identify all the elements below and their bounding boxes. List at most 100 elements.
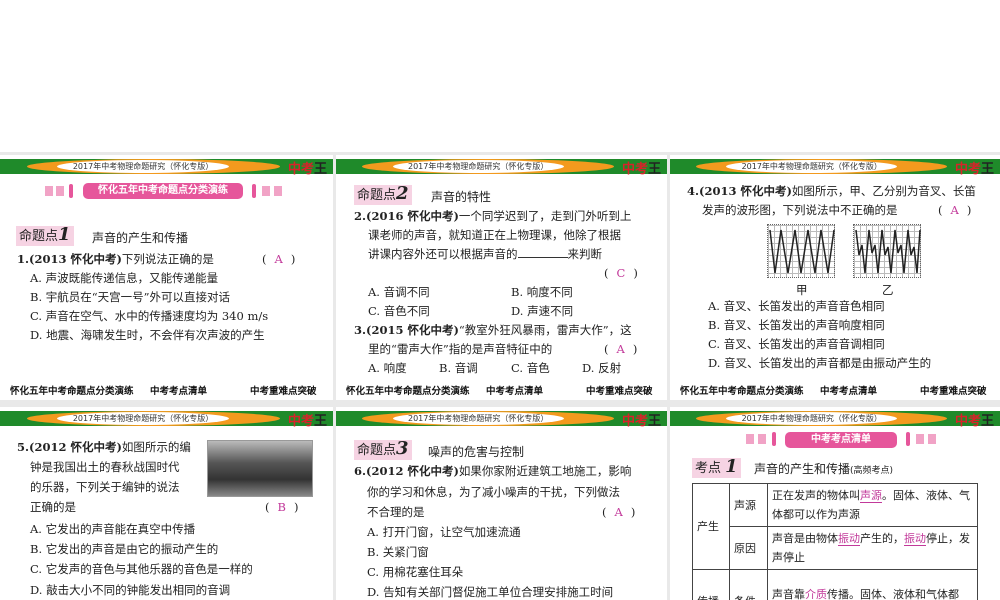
section-banner: 怀化五年中考命题点分类演练 [83, 183, 243, 199]
question-4: 4.(2013 怀化中考)如图所示，甲、乙分别为音叉、长笛 [687, 184, 976, 198]
table-cell: 声音靠介质传播。固体、液体和气体都 [767, 569, 978, 600]
table-cell: 产生 [692, 483, 730, 570]
slide-1[interactable]: 2017年中考物理命题研究（怀化专版） 中考王 怀化五年中考命题点分类演练 命题点… [0, 155, 333, 400]
table-cell: 声源 [729, 483, 768, 527]
logo: 中考王 [954, 162, 994, 177]
question-text: 正确的是 [30, 500, 76, 514]
table-cell: 传播 [692, 569, 730, 600]
topic-tag: 命题点2 [354, 185, 412, 205]
nav-link[interactable]: 中考考点清单 [150, 385, 207, 398]
topic-title: 噪声的危害与控制 [428, 445, 525, 459]
question-5: 5.(2012 怀化中考)如图所示的编 [17, 440, 191, 454]
topic-tag: 命题点1 [16, 226, 74, 246]
nav-link[interactable]: 中考重难点突破 [920, 385, 987, 398]
nav-link[interactable]: 怀化五年中考命题点分类演练 [680, 385, 804, 398]
option: A. 打开门窗，让空气加速流通 [367, 525, 521, 539]
question-text: 不合理的是 [367, 505, 425, 519]
table-cell: 正在发声的物体叫声源。固体、液体、气体都可以作为声源 [767, 483, 978, 527]
option: C. 它发声的音色与其他乐器的音色是一样的 [30, 562, 253, 576]
waveform-tuning-fork [767, 224, 835, 278]
question-1: 1.(2013 怀化中考)下列说法正确的是 [17, 252, 214, 266]
option: B. 响度不同 [511, 285, 573, 299]
nav-link[interactable]: 中考考点清单 [820, 385, 877, 398]
option: B. 宇航员在“天宫一号”外可以直接对话 [30, 290, 231, 304]
option: B. 音叉、长笛发出的声音响度相同 [708, 318, 885, 332]
nav-link[interactable]: 中考考点清单 [486, 385, 543, 398]
section-banner: 中考考点清单 [785, 432, 897, 448]
option: D. 反射 [582, 361, 622, 375]
slide-header: 2017年中考物理命题研究（怀化专版） 中考王 [670, 411, 1000, 429]
waveform-flute [853, 224, 921, 278]
question-6: 6.(2012 怀化中考)如果你家附近建筑工地施工，影响 [354, 464, 632, 478]
nav-link[interactable]: 中考重难点突破 [250, 385, 317, 398]
option: B. 关紧门窗 [367, 545, 429, 559]
question-text: 课老师的声音，就知道正在上物理课，他除了根据 [368, 228, 621, 242]
option: C. 声音在空气、水中的传播速度均为 340 m/s [30, 309, 269, 323]
nav-link[interactable]: 怀化五年中考命题点分类演练 [10, 385, 134, 398]
answer: (C) [604, 266, 638, 280]
nav-link[interactable]: 怀化五年中考命题点分类演练 [346, 385, 470, 398]
slide-header: 2017年中考物理命题研究（怀化专版） 中考王 [0, 159, 333, 177]
question-text: 的乐器，下列关于编钟的说法 [30, 480, 180, 494]
slide-header: 2017年中考物理命题研究（怀化专版） 中考王 [336, 159, 667, 177]
topic-title: 声音的产生和传播(高频考点) [754, 462, 894, 476]
question-text: 钟是我国出土的春秋战国时代 [30, 460, 180, 474]
header-text: 2017年中考物理命题研究（怀化专版） [392, 412, 564, 425]
slide-4[interactable]: 2017年中考物理命题研究（怀化专版） 中考王 5.(2012 怀化中考)如图所示… [0, 407, 333, 600]
slide-header: 2017年中考物理命题研究（怀化专版） 中考王 [670, 159, 1000, 177]
option: A. 响度 [368, 361, 407, 375]
figure-label: 乙 [882, 283, 894, 297]
option: C. 音色不同 [368, 304, 430, 318]
footer-nav: 怀化五年中考命题点分类演练 中考考点清单 中考重难点突破 [0, 385, 333, 398]
option: A. 它发出的声音能在真空中传播 [30, 522, 196, 536]
option: A. 音叉、长笛发出的声音音色相同 [708, 299, 885, 313]
bianzhong-photo [207, 440, 313, 497]
topic-tag: 命题点3 [354, 440, 412, 460]
option: D. 敲击大小不同的钟能发出相同的音调 [30, 583, 231, 597]
option: A. 声波既能传递信息，又能传递能量 [30, 271, 219, 285]
nav-link[interactable]: 中考重难点突破 [586, 385, 653, 398]
footer-nav: 怀化五年中考命题点分类演练 中考考点清单 中考重难点突破 [336, 385, 667, 398]
header-text: 2017年中考物理命题研究（怀化专版） [392, 160, 564, 173]
table-cell: 声音是由物体振动产生的，振动停止，发声停止 [767, 526, 978, 570]
header-text: 2017年中考物理命题研究（怀化专版） [726, 412, 898, 425]
table-cell: 条件 [729, 569, 768, 600]
option: D. 告知有关部门督促施工单位合理安排施工时间 [367, 585, 614, 599]
question-text: 你的学习和休息，为了减小噪声的干扰，下列做法 [367, 485, 620, 499]
slide-3[interactable]: 2017年中考物理命题研究（怀化专版） 中考王 4.(2013 怀化中考)如图所示… [670, 155, 1000, 400]
option: A. 音调不同 [368, 285, 430, 299]
logo: 中考王 [621, 414, 661, 429]
question-3: 3.(2015 怀化中考)“教室外狂风暴雨，雷声大作”，这 [354, 323, 632, 337]
table-cell: 原因 [729, 526, 768, 570]
logo: 中考王 [287, 162, 327, 177]
option: C. 音叉、长笛发出的声音音调相同 [708, 337, 885, 351]
question-text: 里的“雷声大作”指的是声音特征中的 [368, 342, 553, 356]
question-2: 2.(2016 怀化中考)一个同学迟到了，走到门外听到上 [354, 209, 632, 223]
slide-grid: 2017年中考物理命题研究（怀化专版） 中考王 怀化五年中考命题点分类演练 命题点… [0, 152, 1000, 600]
option: D. 音叉、长笛发出的声音都是由振动产生的 [708, 356, 932, 370]
header-text: 2017年中考物理命题研究（怀化专版） [726, 160, 898, 173]
answer: (A) [938, 203, 972, 217]
footer-nav: 怀化五年中考命题点分类演练 中考考点清单 中考重难点突破 [670, 385, 1000, 398]
knowledge-table: 产生 声源 正在发声的物体叫声源。固体、液体、气体都可以作为声源 原因 声音是由物… [692, 483, 978, 600]
slide-header: 2017年中考物理命题研究（怀化专版） 中考王 [0, 411, 333, 429]
answer: (B) [265, 500, 299, 514]
slide-2[interactable]: 2017年中考物理命题研究（怀化专版） 中考王 命题点2 声音的特性 2.(201… [336, 155, 667, 400]
slide-5[interactable]: 2017年中考物理命题研究（怀化专版） 中考王 命题点3 噪声的危害与控制 6.(… [336, 407, 667, 600]
figure-label: 甲 [796, 283, 808, 297]
slide-6[interactable]: 2017年中考物理命题研究（怀化专版） 中考王 中考考点清单 考点 1 声音的产生… [670, 407, 1000, 600]
option: B. 它发出的声音是由它的振动产生的 [30, 542, 219, 556]
logo: 中考王 [954, 414, 994, 429]
answer: (A) [604, 342, 638, 356]
question-text: 讲课内容外还可以根据声音的 来判断 [368, 247, 602, 261]
slide-header: 2017年中考物理命题研究（怀化专版） 中考王 [336, 411, 667, 429]
topic-title: 声音的特性 [431, 190, 492, 204]
topic-title: 声音的产生和传播 [92, 231, 189, 245]
option: C. 音色 [511, 361, 550, 375]
topic-tag: 考点 1 [692, 458, 741, 478]
logo: 中考王 [621, 162, 661, 177]
logo: 中考王 [287, 414, 327, 429]
option: D. 声速不同 [511, 304, 574, 318]
answer: (A) [602, 505, 636, 519]
answer: (A) [262, 252, 296, 266]
